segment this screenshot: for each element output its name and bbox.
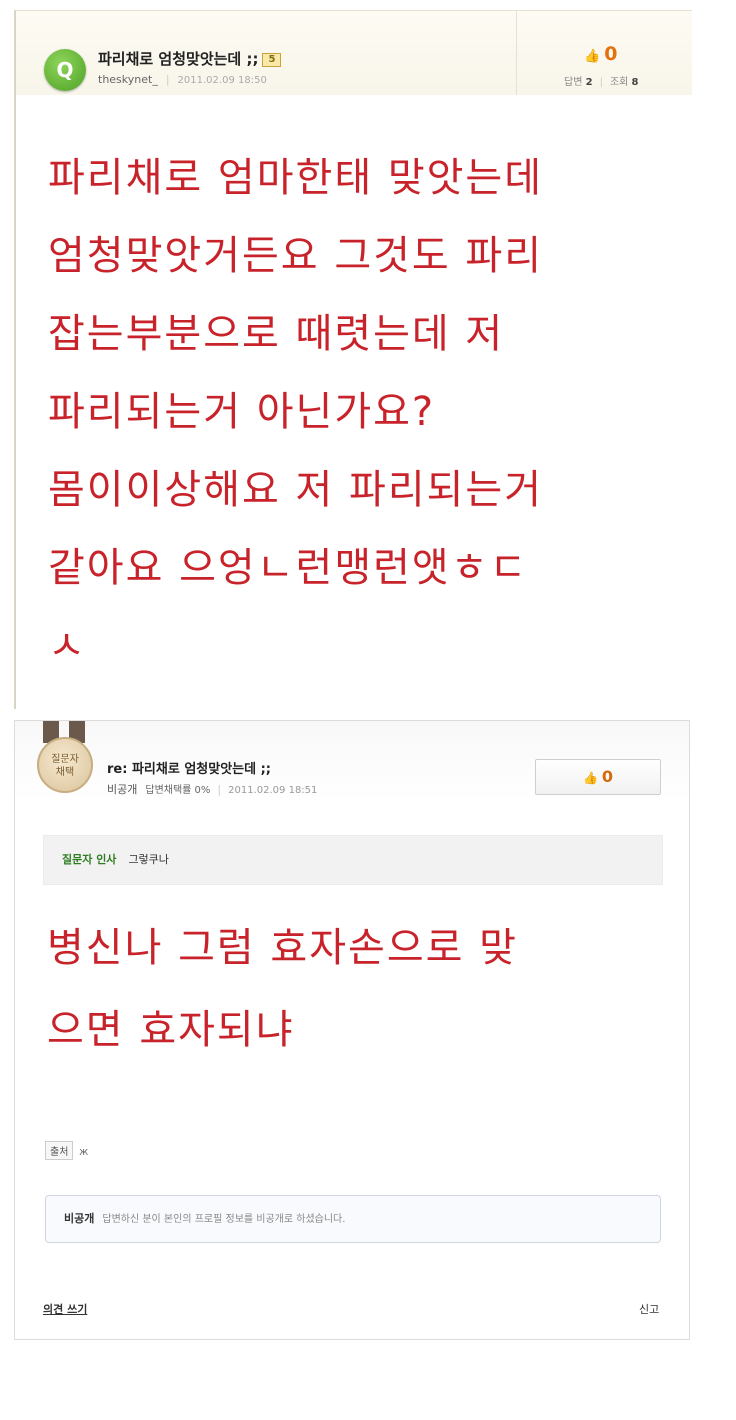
greeting-text: 그렇쿠나 <box>128 853 169 866</box>
question-header: Q 파리채로 엄청맞앗는데 ;; 5 theskynet_ | 2011.02.09 … <box>16 11 692 95</box>
answer-meta: 비공개 답변채택률 0% | 2011.02.09 18:51 <box>107 783 318 796</box>
adopted-medal-icon: 질문자 채택 <box>37 737 93 793</box>
question-date: 2011.02.09 18:50 <box>177 75 267 86</box>
thumbs-up-icon: 👍 <box>582 771 598 785</box>
question-badge-icon: Q <box>44 49 86 91</box>
greeting-label: 질문자 인사 <box>62 853 117 866</box>
question-body-line: 파리되는거 아닌가요? <box>48 389 436 435</box>
source-value: Ж <box>79 1148 89 1157</box>
source-row: 출처 Ж <box>45 1141 88 1160</box>
bounty-badge: 5 <box>262 52 282 67</box>
view-count: 8 <box>631 77 639 88</box>
answer-count: 2 <box>585 77 593 88</box>
question-body-line: 잡는부분으로 때렷는데 저 <box>48 311 505 357</box>
source-label: 출처 <box>45 1141 74 1160</box>
private-profile-notice: 비공개 답변하신 분이 본인의 프로필 정보를 비공개로 하셨습니다. <box>45 1195 661 1243</box>
question-body: 파리채로 엄마한태 맞앗는데 엄청맞앗거든요 그것도 파리 잡는부분으로 때렷는… <box>48 139 678 685</box>
answer-body-line: 으면 효자되냐 <box>47 1007 295 1053</box>
answer-date: 2011.02.09 18:51 <box>228 785 318 796</box>
write-comment-link[interactable]: 의견 쓰기 <box>43 1301 87 1317</box>
asker-greeting: 질문자 인사 그렇쿠나 <box>43 835 663 885</box>
question-meta: theskynet_ | 2011.02.09 18:50 <box>98 73 267 86</box>
question-title[interactable]: 파리채로 엄청맞앗는데 ;; 5 <box>98 48 282 69</box>
answer-author: 비공개 <box>107 783 138 796</box>
answer-body-line: 병신나 그럼 효자손으로 맞 <box>47 925 518 971</box>
question-panel: Q 파리채로 엄청맞앗는데 ;; 5 theskynet_ | 2011.02.09 … <box>14 10 692 709</box>
thumbs-up-icon: 👍 <box>584 49 601 64</box>
private-label: 비공개 <box>64 1212 95 1225</box>
question-body-line: 같아요 으엉ㄴ런맹런앳ㅎㄷ <box>48 545 529 591</box>
question-author[interactable]: theskynet_ <box>98 73 158 86</box>
answer-title: re: 파리채로 엄청맞앗는데 ;; <box>107 762 272 777</box>
answer-panel: 질문자 채택 re: 파리채로 엄청맞앗는데 ;; 비공개 답변채택률 0% | 20… <box>14 720 690 1340</box>
private-text: 답변하신 분이 본인의 프로필 정보를 비공개로 하셨습니다. <box>102 1214 346 1225</box>
answer-header: 질문자 채택 re: 파리채로 엄청맞앗는데 ;; 비공개 답변채택률 0% | 20… <box>15 721 689 801</box>
question-like-count[interactable]: 👍 0 <box>584 43 617 65</box>
question-body-line: 엄청맞앗거든요 그것도 파리 <box>48 233 544 279</box>
header-divider <box>516 11 517 95</box>
answer-like-button[interactable]: 👍 0 <box>535 759 661 795</box>
answer-body: 병신나 그럼 효자손으로 맞 으면 효자되냐 <box>47 907 667 1071</box>
question-body-line: 파리채로 엄마한태 맞앗는데 <box>48 155 544 201</box>
question-body-line: 몸이이상해요 저 파리되는거 <box>48 467 544 513</box>
report-link[interactable]: 신고 <box>639 1301 659 1317</box>
adoption-rate: 답변채택률 0% <box>145 785 211 796</box>
question-stats: 답변 2 | 조회 8 <box>564 77 639 88</box>
question-body-line: ㅅ <box>48 623 87 669</box>
